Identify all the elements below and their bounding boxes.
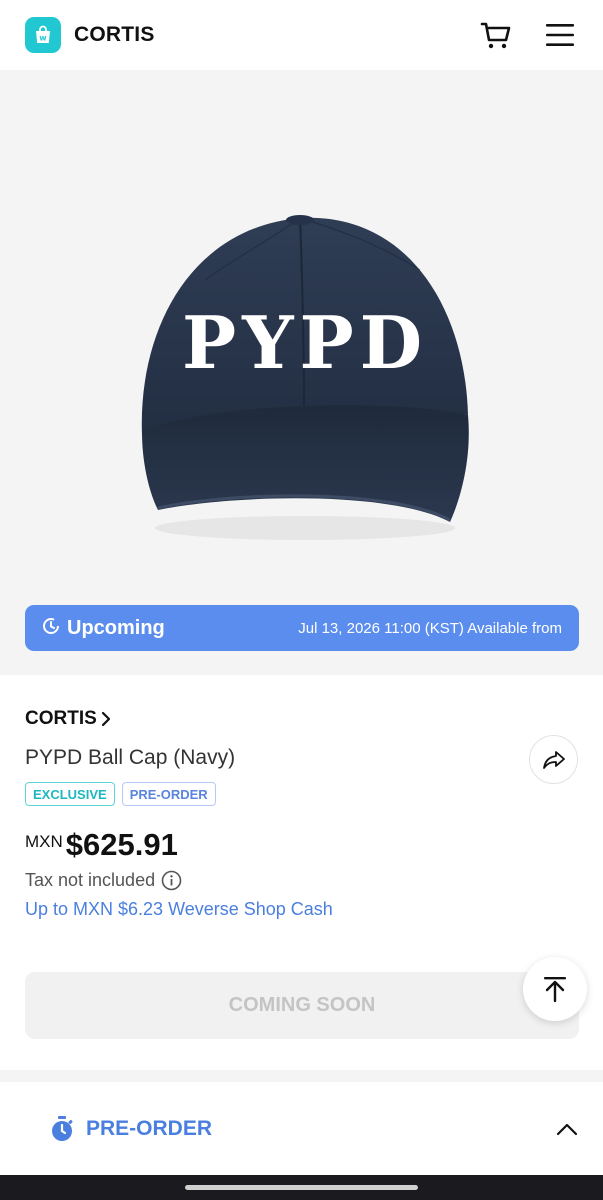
- share-button[interactable]: [529, 735, 578, 784]
- system-navigation-bar: [0, 1175, 603, 1200]
- app-header: w CORTIS: [0, 0, 603, 70]
- artist-name: CORTIS: [25, 708, 97, 729]
- hamburger-menu-icon[interactable]: [542, 17, 578, 53]
- tax-note-text: Tax not included: [25, 870, 156, 890]
- preorder-label: PRE-ORDER: [86, 1116, 213, 1140]
- chevron-right-icon: [100, 711, 112, 727]
- product-title: PYPD Ball Cap (Navy): [25, 746, 236, 769]
- preorder-accordion[interactable]: PRE-ORDER: [0, 1082, 603, 1175]
- price-amount: $625.91: [65, 827, 178, 862]
- scroll-to-top-icon: [542, 975, 568, 1003]
- clock-icon: [42, 617, 60, 640]
- product-image-area: PYPD Upcoming Jul 13, 2026 11:00 (KST) A…: [0, 70, 603, 675]
- navy-ball-cap-product-image[interactable]: PYPD: [120, 210, 480, 550]
- home-gesture-handle[interactable]: [185, 1185, 418, 1190]
- product-info-panel: CORTIS PYPD Ball Cap (Navy) EXCLUSIVE PR…: [0, 675, 603, 1070]
- artist-link[interactable]: CORTIS: [25, 708, 112, 730]
- section-divider: [0, 1070, 603, 1082]
- price: MXN $625.91: [25, 827, 178, 863]
- availability-date: Jul 13, 2026 11:00 (KST) Available from: [298, 619, 562, 637]
- share-arrow-icon: [542, 749, 566, 771]
- tax-note: Tax not included: [25, 870, 182, 891]
- brand-title[interactable]: CORTIS: [74, 23, 155, 47]
- svg-text:w: w: [39, 34, 47, 43]
- upcoming-status-banner: Upcoming Jul 13, 2026 11:00 (KST) Availa…: [25, 605, 579, 651]
- scroll-to-top-button[interactable]: [523, 957, 587, 1021]
- info-icon[interactable]: [161, 870, 182, 891]
- weverse-shop-logo-icon[interactable]: w: [25, 17, 61, 53]
- stopwatch-icon: [50, 1115, 74, 1142]
- weverse-shop-cash-link[interactable]: Up to MXN $6.23 Weverse Shop Cash: [25, 899, 333, 920]
- exclusive-badge: EXCLUSIVE: [25, 782, 115, 806]
- coming-soon-button[interactable]: COMING SOON: [25, 972, 579, 1039]
- product-badges: EXCLUSIVE PRE-ORDER: [25, 782, 216, 806]
- cart-icon[interactable]: [478, 17, 514, 53]
- status-label: Upcoming: [67, 616, 165, 639]
- chevron-up-icon[interactable]: [556, 1122, 578, 1136]
- preorder-badge: PRE-ORDER: [121, 782, 216, 806]
- cap-embroidery-text: PYPD: [182, 300, 428, 385]
- price-currency: MXN: [25, 832, 63, 851]
